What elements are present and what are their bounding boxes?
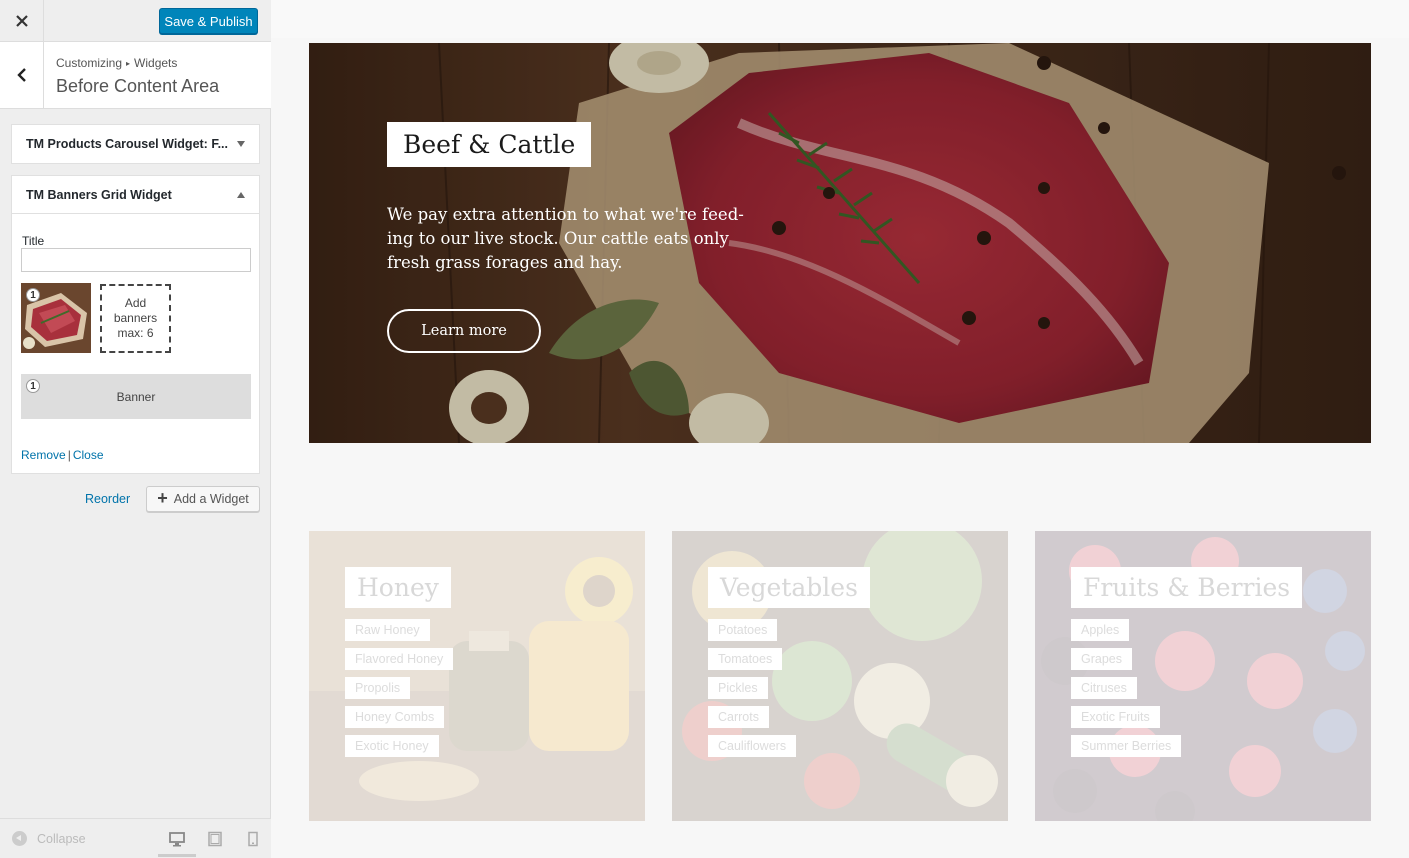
card-item-list: Apples Grapes Citruses Exotic Fruits Sum… <box>1071 619 1182 764</box>
banner-thumbnail[interactable]: 1 <box>21 283 91 353</box>
card-item-list: Raw Honey Flavored Honey Propolis Honey … <box>345 619 454 764</box>
widget-header[interactable]: TM Banners Grid Widget <box>12 176 259 214</box>
add-banners-max: max: 6 <box>117 326 154 340</box>
close-icon <box>15 15 28 27</box>
desktop-icon[interactable] <box>169 831 185 847</box>
widget-title: TM Banners Grid Widget <box>26 187 172 202</box>
card-item[interactable]: Grapes <box>1071 648 1132 670</box>
banner-number-badge: 1 <box>26 379 40 393</box>
card-item[interactable]: Apples <box>1071 619 1130 641</box>
chevron-left-icon <box>16 68 26 82</box>
add-banners-label-1: Add <box>124 296 147 310</box>
add-banners-button[interactable]: Add banners max: 6 <box>100 284 171 353</box>
card-item[interactable]: Exotic Honey <box>345 735 439 757</box>
reorder-link[interactable]: Reorder <box>85 492 130 506</box>
caret-up-icon[interactable] <box>237 191 245 198</box>
add-widget-label: Add a Widget <box>173 492 249 506</box>
back-button[interactable] <box>0 42 44 108</box>
title-input[interactable] <box>21 248 251 272</box>
save-publish-button[interactable]: Save & Publish <box>159 8 258 34</box>
widget-products-carousel[interactable]: TM Products Carousel Widget: F... <box>11 124 260 164</box>
hero-description: We pay extra attention to what we're fee… <box>387 205 744 272</box>
widget-title: TM Products Carousel Widget: F... <box>26 137 228 151</box>
section-header: Customizing ▸ Widgets Before Content Area <box>0 42 271 109</box>
category-card-honey[interactable]: Honey Raw Honey Flavored Honey Propolis … <box>309 531 645 821</box>
hero-title: Beef & Cattle <box>387 122 592 167</box>
banner-label: Banner <box>116 389 156 404</box>
widget-banners-grid: TM Banners Grid Widget Title 1 Add banne… <box>11 175 260 474</box>
card-item[interactable]: Pickles <box>708 677 768 699</box>
site-preview: Beef & Cattle We pay extra attention to … <box>271 0 1409 858</box>
card-item[interactable]: Raw Honey <box>345 619 430 641</box>
card-item[interactable]: Tomatoes <box>708 648 783 670</box>
close-customizer-button[interactable] <box>0 0 44 42</box>
card-title: Vegetables <box>708 567 870 608</box>
customizer-sidebar: Save & Publish Customizing ▸ Widgets Befor… <box>0 0 271 858</box>
card-title: Honey <box>345 567 451 608</box>
plus-icon: + <box>157 488 168 508</box>
card-item[interactable]: Citruses <box>1071 677 1137 699</box>
preview-top-strip <box>271 0 1409 38</box>
customizer-footer: Collapse <box>0 818 271 858</box>
card-title: Fruits & Berries <box>1071 567 1303 608</box>
breadcrumb-child: Widgets <box>134 56 178 70</box>
hero-banner[interactable]: Beef & Cattle We pay extra attention to … <box>309 43 1371 443</box>
learn-more-button[interactable]: Learn more <box>387 309 541 353</box>
tablet-icon[interactable] <box>207 831 223 847</box>
category-card-vegetables[interactable]: Vegetables Potatoes Tomatoes Pickles Car… <box>672 531 1008 821</box>
link-separator: | <box>67 448 71 462</box>
customizer-header: Save & Publish <box>0 0 271 42</box>
widget-controls: Remove | Close <box>21 448 104 462</box>
collapse-arrow-icon <box>12 831 27 846</box>
add-banners-label-2: banners <box>113 311 158 325</box>
banner-item[interactable]: 1 Banner <box>21 374 251 419</box>
card-item[interactable]: Carrots <box>708 706 769 728</box>
close-link[interactable]: Close <box>73 448 104 462</box>
card-item[interactable]: Propolis <box>345 677 411 699</box>
add-widget-button[interactable]: + Add a Widget <box>146 486 260 512</box>
title-label: Title <box>22 234 45 248</box>
card-item[interactable]: Honey Combs <box>345 706 445 728</box>
card-item-list: Potatoes Tomatoes Pickles Carrots Caulif… <box>708 619 797 764</box>
breadcrumb-separator-icon: ▸ <box>126 59 131 68</box>
card-item[interactable]: Cauliflowers <box>708 735 797 757</box>
widget-header[interactable]: TM Products Carousel Widget: F... <box>12 125 259 163</box>
mobile-icon[interactable] <box>245 831 261 847</box>
card-item[interactable]: Summer Berries <box>1071 735 1182 757</box>
breadcrumb-root: Customizing <box>56 56 123 70</box>
device-active-indicator <box>158 854 196 857</box>
card-item[interactable]: Potatoes <box>708 619 778 641</box>
thumbnail-number-badge: 1 <box>26 288 40 302</box>
section-title: Before Content Area <box>56 76 220 96</box>
remove-link[interactable]: Remove <box>21 448 66 462</box>
card-item[interactable]: Flavored Honey <box>345 648 454 670</box>
breadcrumb: Customizing ▸ Widgets <box>56 56 177 70</box>
card-item[interactable]: Exotic Fruits <box>1071 706 1160 728</box>
caret-down-icon[interactable] <box>237 141 245 147</box>
collapse-button[interactable]: Collapse <box>12 831 86 846</box>
category-card-fruits-berries[interactable]: Fruits & Berries Apples Grapes Citruses … <box>1035 531 1371 821</box>
collapse-label: Collapse <box>37 831 86 846</box>
